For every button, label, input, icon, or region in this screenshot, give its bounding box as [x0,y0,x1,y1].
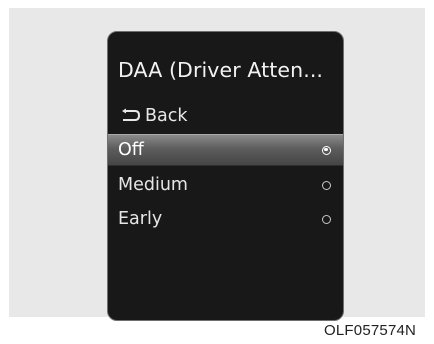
menu-title: DAA (Driver Atten... [118,58,324,82]
option-label: Early [118,209,163,229]
option-off[interactable]: Off [108,134,343,166]
back-label: Back [145,106,188,126]
image-code-label: OLF057574N [324,322,417,339]
option-label: Off [118,140,144,160]
option-early[interactable]: Early [108,202,343,236]
radio-selected-icon [322,145,331,155]
back-button[interactable]: Back [118,104,188,128]
radio-empty-icon [322,214,331,224]
option-label: Medium [118,175,188,195]
cluster-display-panel: DAA (Driver Atten... Back Off Medium Ear… [107,31,344,321]
option-list: Off Medium Early [108,134,343,236]
return-arrow-icon [118,107,142,125]
option-medium[interactable]: Medium [108,168,343,202]
radio-empty-icon [322,180,331,190]
